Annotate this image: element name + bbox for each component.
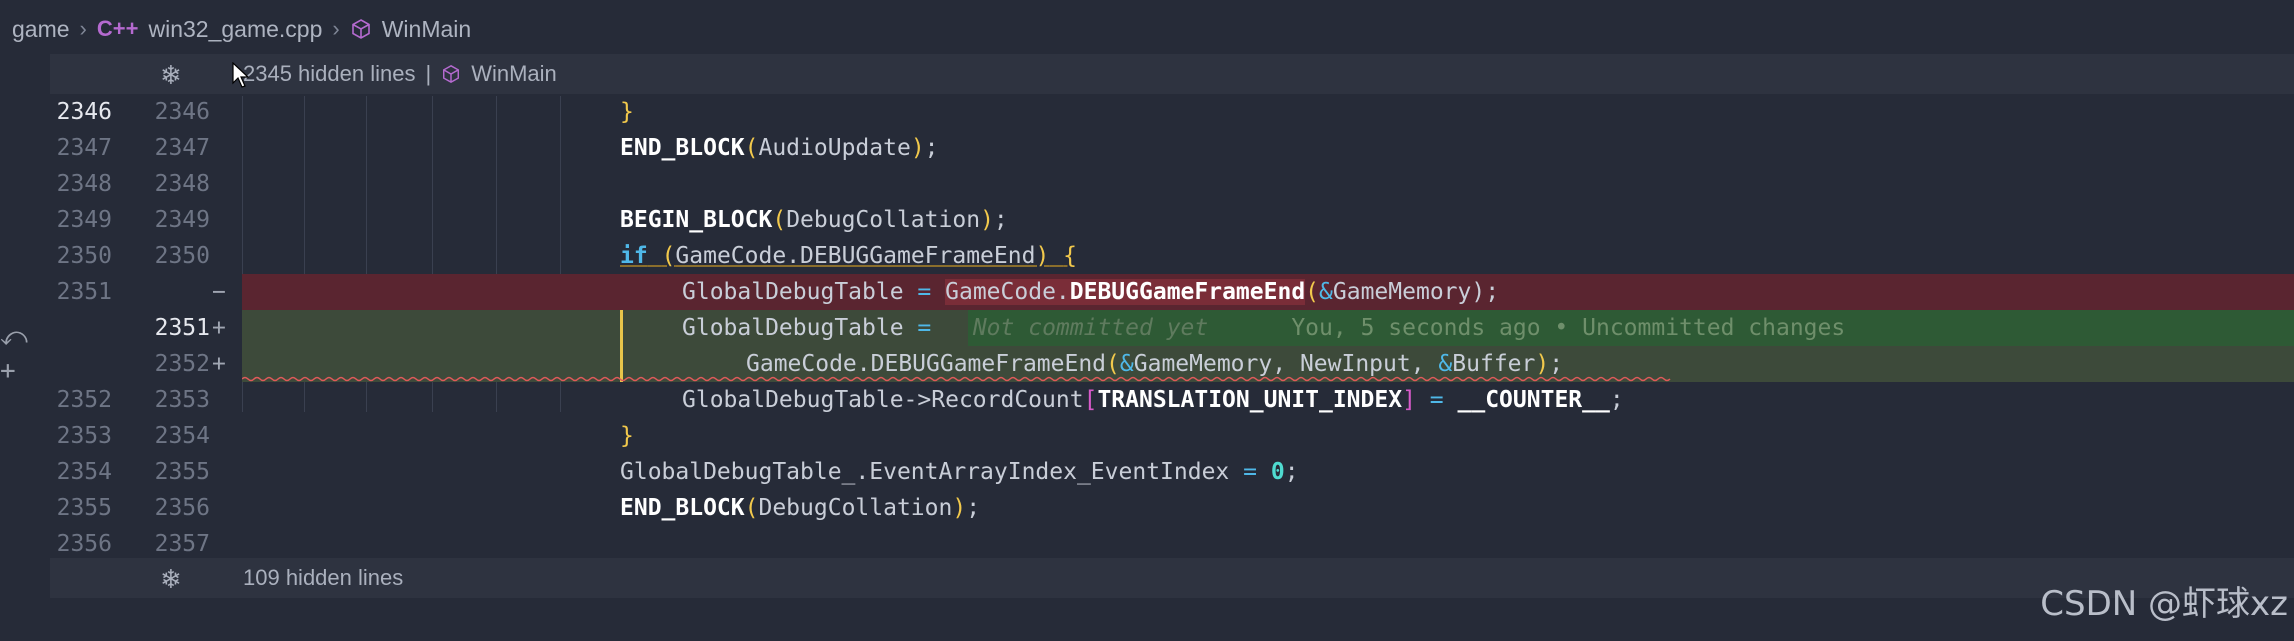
code-token: ); <box>1471 279 1500 305</box>
code-token: NewInput <box>1299 351 1411 377</box>
new-line-number: 2354 <box>154 423 210 449</box>
new-line-number: 2352 <box>154 351 210 377</box>
code-token: DebugCollation <box>758 495 953 521</box>
new-line-number: 2347 <box>154 135 210 161</box>
addition-marker: + <box>212 315 226 341</box>
code-token: Buffer <box>1452 351 1536 377</box>
code-line[interactable]: 2346 2346 } <box>0 94 2294 130</box>
code-token: GameCode.DEBUGGameFrameEnd <box>675 243 1036 269</box>
new-line-number: 2357 <box>154 531 210 557</box>
new-line-number: 2350 <box>154 243 210 269</box>
chevron-right-icon: › <box>79 16 87 41</box>
diff-editor[interactable]: ❄ 2345 hidden lines | WinMain 2346 2346 … <box>0 52 2294 641</box>
code-token: if <box>620 243 648 269</box>
hidden-lines-top[interactable]: ❄ 2345 hidden lines | WinMain <box>50 54 2294 94</box>
deleted-code-line[interactable]: 2351 − GlobalDebugTable = GameCode.DEBUG… <box>0 274 2294 310</box>
code-token: GameCode.DEBUGGameFrameEnd <box>746 351 1107 377</box>
code-token: } <box>620 423 634 449</box>
code-line[interactable]: 2356 2357 <box>0 526 2294 562</box>
inline-blame-text[interactable]: You, 5 seconds ago • Uncommitted changes <box>1291 315 1845 341</box>
revert-icon[interactable]: ⤺ <box>0 322 30 356</box>
old-line-number: 2353 <box>56 423 112 449</box>
code-token: AudioUpdate <box>758 135 911 161</box>
code-token: & <box>1438 351 1453 377</box>
code-line[interactable]: 2353 2354 } <box>0 418 2294 454</box>
old-line-number: 2348 <box>56 171 112 197</box>
code-line[interactable]: 2354 2355 GlobalDebugTable_.EventArrayIn… <box>0 454 2294 490</box>
code-token: GlobalDebugTable_.EventArrayIndex_EventI… <box>620 459 1230 485</box>
unfold-icon[interactable]: ❄ <box>160 564 182 595</box>
addition-marker: + <box>212 351 226 377</box>
code-line[interactable]: 2347 2347 END_BLOCK(AudioUpdate); <box>0 130 2294 166</box>
old-line-number: 2346 <box>56 99 112 125</box>
breadcrumb-symbol[interactable]: WinMain <box>382 16 471 43</box>
new-line-number: 2346 <box>154 99 210 125</box>
old-line-number: 2349 <box>56 207 112 233</box>
code-line[interactable]: 2348 2348 <box>0 166 2294 202</box>
watermark: CSDN @虾球xz <box>2040 584 2288 624</box>
code-token: TRANSLATION_UNIT_INDEX <box>1097 387 1403 413</box>
deletion-marker: − <box>212 279 226 305</box>
code-token: = <box>1243 459 1257 485</box>
code-token: GlobalDebugTable <box>682 315 904 341</box>
old-line-number: 2347 <box>56 135 112 161</box>
new-line-number: 2348 <box>154 171 210 197</box>
code-line[interactable]: 2350 2350 if (GameCode.DEBUGGameFrameEnd… <box>0 238 2294 274</box>
breadcrumb: game › C++ win32_game.cpp › WinMain <box>0 0 2294 58</box>
cpp-file-icon: C++ <box>96 16 139 41</box>
inline-blame-ghost: Not committed yet <box>972 315 1209 341</box>
code-line[interactable]: 2349 2349 BEGIN_BLOCK(DebugCollation); <box>0 202 2294 238</box>
hidden-lines-label: 109 hidden lines <box>243 565 404 590</box>
code-token: & <box>1119 351 1134 377</box>
old-line-number: 2351 <box>56 279 112 305</box>
new-line-number: 2356 <box>154 495 210 521</box>
code-token: BEGIN_BLOCK <box>620 207 773 233</box>
breadcrumb-root[interactable]: game <box>12 16 70 43</box>
code-token: = <box>1429 387 1444 413</box>
mouse-cursor-icon <box>232 62 250 88</box>
add-icon[interactable]: + <box>0 356 30 390</box>
code-token: & <box>1319 279 1333 305</box>
hidden-lines-label: 2345 hidden lines <box>243 61 416 86</box>
old-line-number: 2356 <box>56 531 112 557</box>
code-token: GameCode. <box>945 279 1070 305</box>
new-line-number: 2349 <box>154 207 210 233</box>
code-token: = <box>917 279 932 305</box>
old-line-number: 2352 <box>56 387 112 413</box>
code-token: __COUNTER__ <box>1457 387 1610 413</box>
new-line-number: 2355 <box>154 459 210 485</box>
breadcrumb-file[interactable]: win32_game.cpp <box>148 16 322 43</box>
code-line[interactable]: 2355 2356 END_BLOCK(DebugCollation); <box>0 490 2294 526</box>
code-token: GlobalDebugTable <box>682 279 904 305</box>
old-line-number: 2355 <box>56 495 112 521</box>
code-token: GameMemory <box>1332 279 1472 305</box>
added-code-line[interactable]: 2351 + GlobalDebugTable = Not committed … <box>0 310 2294 346</box>
hidden-lines-bottom[interactable]: ❄ 109 hidden lines <box>50 558 2294 598</box>
code-token: GlobalDebugTable->RecordCount <box>682 387 1084 413</box>
fold-separator: | <box>425 61 432 86</box>
code-token: END_BLOCK <box>620 135 745 161</box>
old-line-number: 2354 <box>56 459 112 485</box>
code-token: DEBUGGameFrameEnd <box>1069 279 1306 305</box>
code-token: GameMemory <box>1133 351 1273 377</box>
code-token: DebugCollation <box>786 207 981 233</box>
code-token: END_BLOCK <box>620 495 745 521</box>
code-token: } <box>620 99 634 125</box>
old-line-number: 2350 <box>56 243 112 269</box>
fold-symbol[interactable]: WinMain <box>471 61 557 87</box>
code-token: = <box>917 315 932 341</box>
chevron-right-icon: › <box>332 16 340 41</box>
diff-actions: ⤺ + <box>0 322 30 390</box>
cube-icon <box>350 18 372 40</box>
unfold-icon[interactable]: ❄ <box>160 60 182 91</box>
code-token: 0 <box>1270 459 1285 485</box>
cube-icon <box>443 64 460 84</box>
new-line-number: 2353 <box>154 387 210 413</box>
new-line-number: 2351 <box>154 315 210 341</box>
code-line[interactable]: 2352 2353 GlobalDebugTable->RecordCount[… <box>0 382 2294 418</box>
code-token: { <box>1063 243 1078 269</box>
